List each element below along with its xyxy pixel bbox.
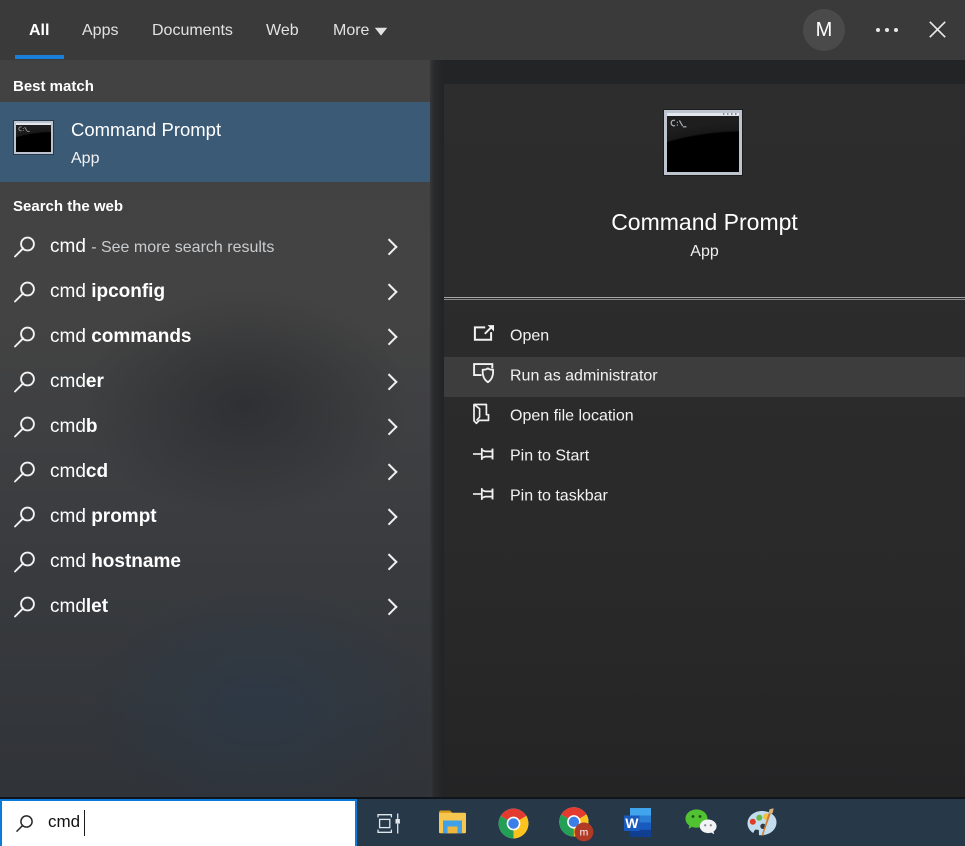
svg-text:m: m (580, 828, 589, 839)
svg-text:W: W (625, 815, 639, 831)
